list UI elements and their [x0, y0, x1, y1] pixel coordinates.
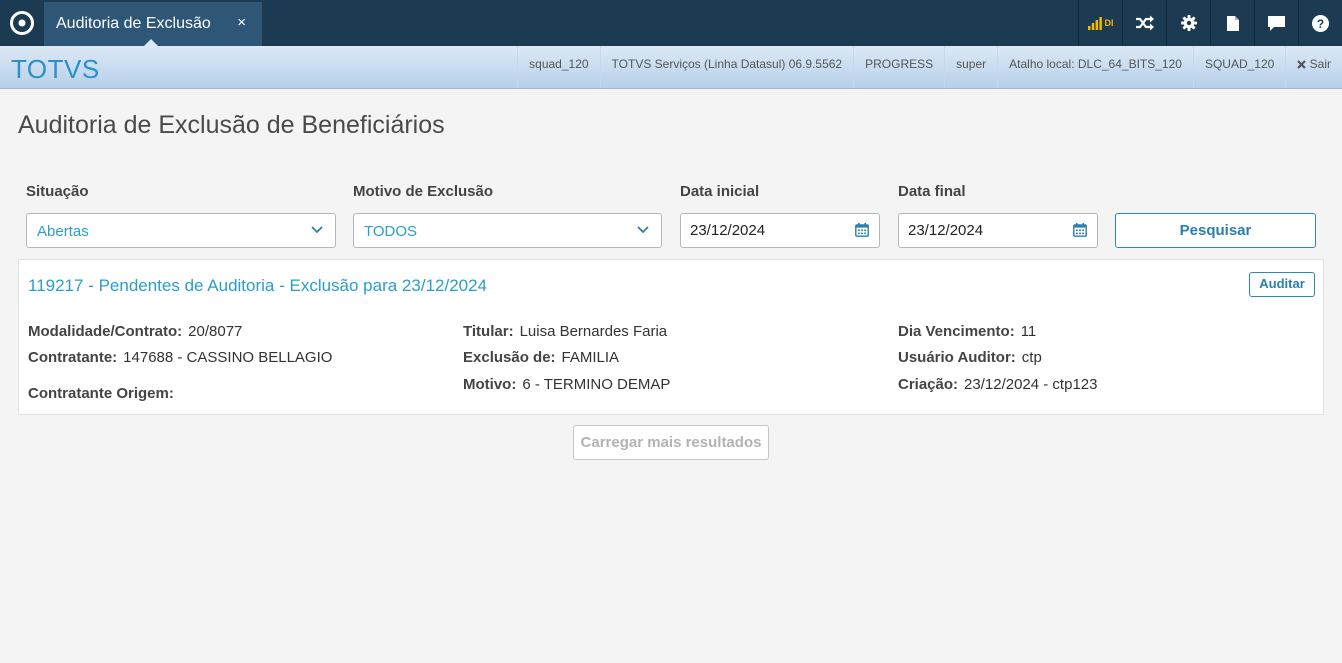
info-squad: squad_120 — [517, 46, 599, 88]
field-label: Motivo: — [463, 376, 517, 393]
field-label: Exclusão de: — [463, 349, 556, 366]
info-user: super — [944, 46, 997, 88]
tab-close-icon[interactable]: × — [237, 14, 246, 31]
field-value: FAMILIA — [561, 349, 620, 366]
svg-text:?: ? — [1317, 17, 1324, 31]
field-contratante: Contratante: 147688 - CASSINO BELLAGIO — [28, 349, 332, 366]
calendar-icon[interactable] — [1073, 223, 1087, 237]
audit-button[interactable]: Auditar — [1249, 272, 1315, 297]
data-inicial-input[interactable]: 23/12/2024 — [680, 213, 880, 248]
motivo-label: Motivo de Exclusão — [353, 183, 494, 200]
field-label: Titular: — [463, 323, 514, 340]
tab-auditoria-exclusao[interactable]: Auditoria de Exclusão × — [44, 2, 262, 46]
data-final-input[interactable]: 23/12/2024 — [898, 213, 1098, 248]
field-value: 6 - TERMINO DEMAP — [522, 376, 671, 393]
info-local-shortcut: Atalho local: DLC_64_BITS_120 — [997, 46, 1193, 88]
shuffle-button[interactable] — [1122, 0, 1166, 46]
search-button[interactable]: Pesquisar — [1115, 213, 1316, 248]
calendar-icon[interactable] — [855, 223, 869, 237]
document-icon — [1226, 15, 1239, 31]
data-inicial-value: 23/12/2024 — [690, 222, 766, 239]
tab-caret — [144, 39, 158, 46]
field-label: Criação: — [898, 376, 959, 393]
field-exclusao: Exclusão de: FAMILIA — [463, 349, 619, 366]
field-value: 147688 - CASSINO BELLAGIO — [123, 349, 333, 366]
app-logo-icon[interactable] — [0, 0, 44, 46]
document-button[interactable] — [1210, 0, 1254, 46]
page-title: Auditoria de Exclusão de Beneficiários — [18, 111, 445, 139]
situacao-select[interactable]: Abertas — [26, 213, 336, 248]
info-bar: TOTVS squad_120 TOTVS Serviços (Linha Da… — [0, 46, 1342, 89]
close-icon — [1297, 60, 1307, 69]
chevron-down-icon — [637, 226, 649, 234]
logout-label: Sair — [1309, 57, 1331, 71]
situacao-label: Situação — [26, 183, 89, 200]
result-card: 119217 - Pendentes de Auditoria - Exclus… — [18, 259, 1324, 415]
logout-button[interactable]: Sair — [1285, 46, 1342, 88]
load-more-button[interactable]: Carregar mais resultados — [573, 425, 769, 460]
data-final-value: 23/12/2024 — [908, 222, 984, 239]
session-info: squad_120 TOTVS Serviços (Linha Datasul)… — [517, 46, 1342, 88]
signal-di-button[interactable]: DI — [1078, 0, 1122, 46]
field-value: 23/12/2024 - ctp123 — [964, 376, 1098, 393]
field-titular: Titular: Luisa Bernardes Faria — [463, 323, 667, 340]
info-database: PROGRESS — [853, 46, 944, 88]
field-label: Dia Vencimento: — [898, 323, 1015, 340]
field-motivo: Motivo: 6 - TERMINO DEMAP — [463, 376, 670, 393]
field-value: Luisa Bernardes Faria — [519, 323, 668, 340]
field-label: Modalidade/Contrato: — [28, 323, 183, 340]
chat-icon — [1268, 15, 1285, 31]
info-environment: SQUAD_120 — [1192, 46, 1285, 88]
top-bar: Auditoria de Exclusão × DI ? — [0, 0, 1342, 46]
gear-icon — [1180, 15, 1197, 31]
help-button[interactable]: ? — [1298, 0, 1342, 46]
toolbar-icons: DI ? — [1078, 0, 1342, 46]
field-value: 20/8077 — [188, 323, 243, 340]
field-value: ctp — [1021, 349, 1042, 366]
result-card-title[interactable]: 119217 - Pendentes de Auditoria - Exclus… — [28, 276, 487, 296]
field-modalidade: Modalidade/Contrato: 20/8077 — [28, 323, 242, 340]
motivo-select[interactable]: TODOS — [353, 213, 662, 248]
field-usuario-auditor: Usuário Auditor: ctp — [898, 349, 1042, 366]
field-contratante-origem: Contratante Origem: — [28, 385, 174, 402]
settings-button[interactable] — [1166, 0, 1210, 46]
help-icon: ? — [1312, 14, 1329, 32]
tab-title: Auditoria de Exclusão — [56, 15, 211, 32]
field-label: Usuário Auditor: — [898, 349, 1016, 366]
shuffle-icon — [1135, 15, 1154, 31]
di-label: DI — [1104, 18, 1114, 28]
field-value: 11 — [1020, 323, 1037, 340]
chevron-down-icon — [311, 226, 323, 234]
brand-logo: TOTVS — [11, 54, 100, 84]
info-product-version: TOTVS Serviços (Linha Datasul) 06.9.5562 — [599, 46, 854, 88]
field-label: Contratante: — [28, 349, 118, 366]
data-inicial-label: Data inicial — [680, 183, 760, 200]
field-label: Contratante Origem: — [28, 385, 174, 402]
motivo-value: TODOS — [364, 223, 418, 240]
data-final-label: Data final — [898, 183, 966, 200]
signal-bars-icon — [1087, 16, 1102, 30]
situacao-value: Abertas — [37, 223, 89, 240]
field-criacao: Criação: 23/12/2024 - ctp123 — [898, 376, 1097, 393]
chat-button[interactable] — [1254, 0, 1298, 46]
field-dia-vencimento: Dia Vencimento: 11 — [898, 323, 1036, 340]
